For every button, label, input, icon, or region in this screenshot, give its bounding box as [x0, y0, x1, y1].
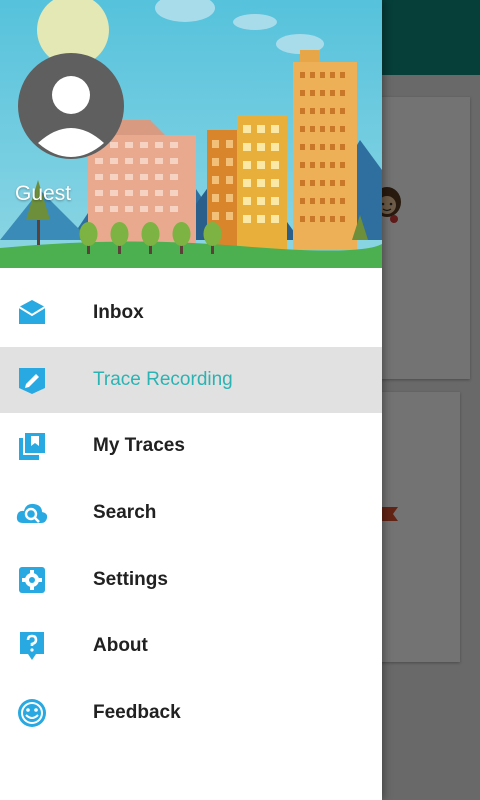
question-bubble-icon — [20, 632, 44, 661]
menu-item-my-traces[interactable]: My Traces — [0, 413, 382, 480]
avatar[interactable] — [18, 53, 124, 159]
drawer-menu: Inbox Trace Recording My Traces Search S… — [0, 280, 382, 746]
menu-item-label: About — [93, 635, 148, 657]
menu-item-label: Settings — [93, 568, 168, 590]
menu-item-inbox[interactable]: Inbox — [0, 280, 382, 347]
bookmark-cards-icon — [19, 431, 47, 461]
menu-item-label: My Traces — [93, 435, 185, 457]
gear-icon — [19, 566, 45, 593]
menu-item-search[interactable]: Search — [0, 480, 382, 547]
menu-item-settings[interactable]: Settings — [0, 546, 382, 613]
navigation-drawer: Guest Inbox Trace Recording My Traces Se… — [0, 0, 382, 800]
menu-item-feedback[interactable]: Feedback — [0, 680, 382, 747]
cloud-search-icon — [16, 503, 48, 524]
menu-item-label: Feedback — [93, 701, 181, 723]
menu-item-label: Search — [93, 502, 157, 524]
menu-item-label: Trace Recording — [93, 368, 233, 390]
menu-item-trace-recording[interactable]: Trace Recording — [0, 346, 382, 414]
inbox-icon — [18, 300, 46, 325]
user-name: Guest — [15, 182, 72, 205]
drawer-header: Guest — [0, 0, 382, 268]
menu-item-label: Inbox — [93, 302, 144, 324]
menu-item-about[interactable]: About — [0, 613, 382, 680]
edit-pencil-icon — [19, 367, 45, 394]
smiley-icon — [18, 698, 46, 727]
